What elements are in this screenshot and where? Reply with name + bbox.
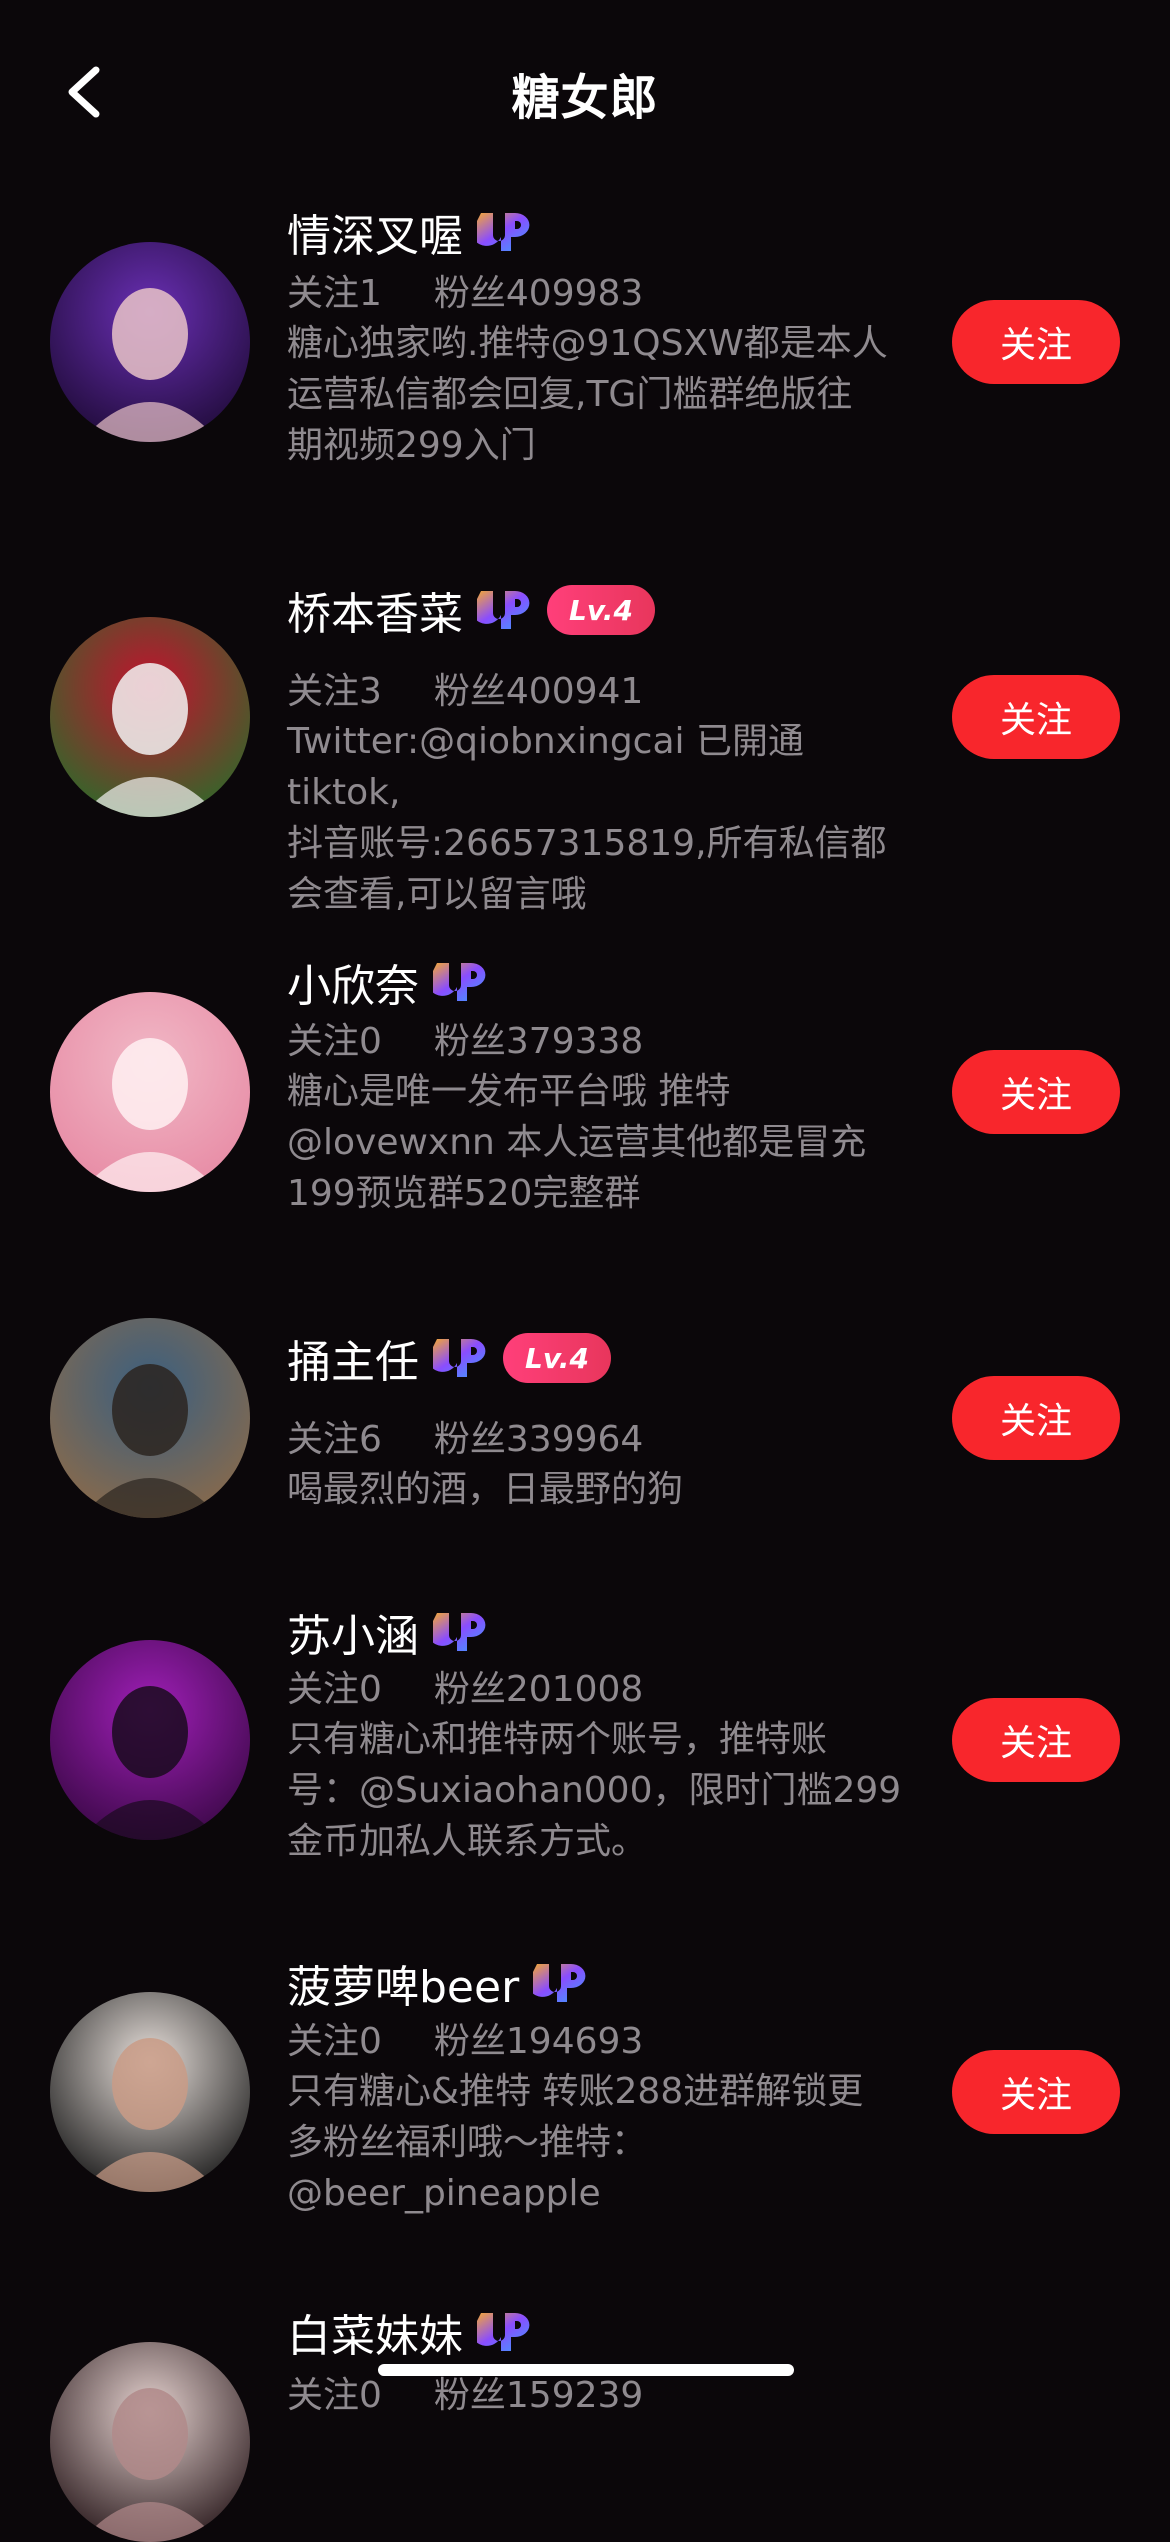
fans-count: 粉丝159239 — [433, 2375, 644, 2416]
fans-count: 粉丝339964 — [433, 1419, 644, 1460]
up-creator-icon — [533, 1964, 586, 2002]
creator-bio: 只有糖心和推特两个账号，推特账号：@Suxiaohan000，限时门槛299 金币… — [287, 1714, 917, 1867]
follow-button[interactable]: 关注 — [952, 1050, 1120, 1134]
bio-line: 期视频299入门 — [287, 425, 536, 466]
follow-button[interactable]: 关注 — [952, 300, 1120, 384]
name-row: 苏小涵 — [287, 1602, 489, 1662]
bio-line: 喝最烈的酒，日最野的狗 — [287, 1469, 684, 1510]
fans-count: 粉丝194693 — [433, 2021, 644, 2062]
fans-count: 粉丝379338 — [433, 1021, 644, 1062]
avatar[interactable] — [50, 1318, 250, 1518]
bio-line: 只有糖心和推特两个账号，推特账 — [287, 1719, 828, 1760]
up-creator-icon — [477, 591, 530, 629]
following-count: 关注0 — [287, 2021, 382, 2062]
creator-bio: 只有糖心&推特 转账288进群解锁更 多粉丝福利哦～推特： @beer_pineap… — [287, 2066, 917, 2219]
bio-line: 糖心是唯一发布平台哦 推特 — [287, 1071, 731, 1112]
creator-name[interactable]: 捅主任 — [287, 1326, 419, 1390]
name-row: 捅主任 Lv.4 — [287, 1328, 611, 1388]
up-creator-icon — [477, 213, 530, 251]
stats-row: 关注1 粉丝409983 — [287, 264, 643, 316]
bio-line: 号：@Suxiaohan000，限时门槛299 — [287, 1770, 902, 1811]
follow-button[interactable]: 关注 — [952, 1376, 1120, 1460]
top-bar: 糖女郎 — [0, 0, 1170, 180]
avatar[interactable] — [50, 242, 250, 442]
bio-line: 金币加私人联系方式。 — [287, 1821, 648, 1862]
following-count: 关注0 — [287, 1021, 382, 1062]
follow-button[interactable]: 关注 — [952, 1698, 1120, 1782]
fans-count: 粉丝201008 — [433, 1669, 644, 1710]
bio-line: 运营私信都会回复,TG门槛群绝版往 — [287, 374, 853, 415]
home-indicator — [378, 2364, 794, 2376]
avatar[interactable] — [50, 1992, 250, 2192]
bio-line: 会查看,可以留言哦 — [287, 874, 587, 915]
bio-line: 多粉丝福利哦～推特： — [287, 2122, 648, 2163]
bio-line: Twitter:@qiobnxingcai 已開通tiktok, — [287, 721, 804, 813]
stats-row: 关注6 粉丝339964 — [287, 1410, 643, 1462]
up-creator-icon — [477, 2313, 530, 2351]
follow-button[interactable]: 关注 — [952, 2050, 1120, 2134]
creator-name[interactable]: 情深叉喔 — [287, 200, 463, 264]
stats-row: 关注0 粉丝201008 — [287, 1660, 643, 1712]
bio-line: 抖音账号:26657315819,所有私信都 — [287, 823, 887, 864]
creator-name[interactable]: 苏小涵 — [287, 1600, 419, 1664]
up-creator-icon — [433, 963, 486, 1001]
level-badge: Lv.4 — [547, 585, 655, 635]
creator-name[interactable]: 菠萝啤beer — [287, 1951, 519, 2015]
avatar[interactable] — [50, 2342, 250, 2542]
follow-button[interactable]: 关注 — [952, 675, 1120, 759]
up-creator-icon — [433, 1613, 486, 1651]
bio-line: 糖心独家哟.推特@91QSXW都是本人 — [287, 323, 888, 364]
bio-line: 199预览群520完整群 — [287, 1173, 641, 1214]
name-row: 菠萝啤beer — [287, 1953, 589, 2013]
creator-name[interactable]: 小欣奈 — [287, 950, 419, 1014]
following-count: 关注0 — [287, 2375, 382, 2416]
name-row: 情深叉喔 — [287, 202, 533, 262]
avatar[interactable] — [50, 1640, 250, 1840]
fans-count: 粉丝409983 — [433, 273, 644, 314]
following-count: 关注1 — [287, 273, 382, 314]
up-creator-icon — [433, 1339, 486, 1377]
creator-bio: 糖心独家哟.推特@91QSXW都是本人 运营私信都会回复,TG门槛群绝版往 期视频2… — [287, 318, 917, 471]
name-row: 桥本香菜 Lv.4 — [287, 580, 655, 640]
creator-name[interactable]: 白菜妹妹 — [287, 2300, 463, 2364]
creator-bio: 糖心是唯一发布平台哦 推特 @lovewxnn 本人运营其他都是冒充 199预览群5… — [287, 1066, 917, 1219]
name-row: 白菜妹妹 — [287, 2302, 533, 2362]
avatar[interactable] — [50, 617, 250, 817]
level-badge: Lv.4 — [503, 1333, 611, 1383]
fans-count: 粉丝400941 — [433, 671, 644, 712]
creator-name[interactable]: 桥本香菜 — [287, 578, 463, 642]
bio-line: 只有糖心&推特 转账288进群解锁更 — [287, 2071, 864, 2112]
following-count: 关注0 — [287, 1669, 382, 1710]
name-row: 小欣奈 — [287, 952, 489, 1012]
stats-row: 关注0 粉丝379338 — [287, 1012, 643, 1064]
following-count: 关注3 — [287, 671, 382, 712]
bio-line: @lovewxnn 本人运营其他都是冒充 — [287, 1122, 867, 1163]
avatar[interactable] — [50, 992, 250, 1192]
following-count: 关注6 — [287, 1419, 382, 1460]
creator-bio: 喝最烈的酒，日最野的狗 — [287, 1464, 917, 1515]
bio-line: @beer_pineapple — [287, 2173, 601, 2214]
creator-bio: Twitter:@qiobnxingcai 已開通tiktok, 抖音账号:266… — [287, 716, 917, 920]
page-title: 糖女郎 — [511, 70, 659, 126]
stats-row: 关注0 粉丝194693 — [287, 2012, 643, 2064]
stats-row: 关注3 粉丝400941 — [287, 662, 643, 714]
